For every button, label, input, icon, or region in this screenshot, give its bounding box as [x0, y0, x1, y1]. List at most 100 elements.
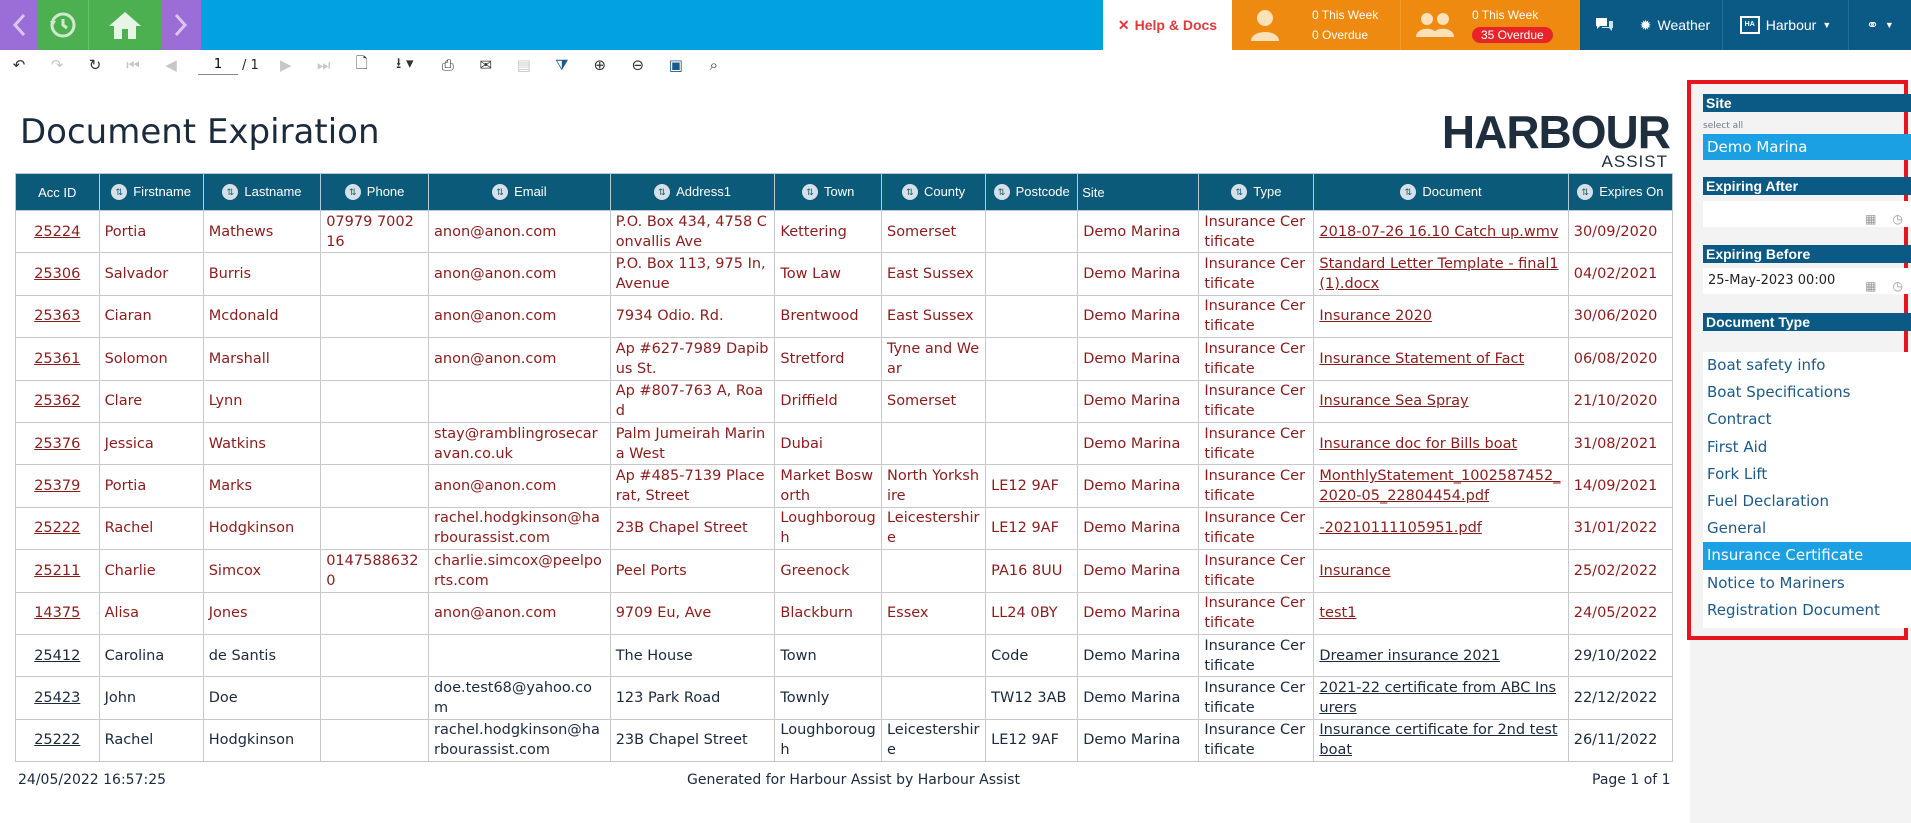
zoom-in-icon[interactable]: ⊕ [581, 50, 619, 80]
document-link[interactable]: Insurance certificate for 2nd test boat [1319, 722, 1557, 758]
account-link[interactable]: 25211 [34, 563, 80, 579]
table-cell[interactable]: Dreamer insurance 2021 [1313, 633, 1569, 678]
table-cell[interactable]: test1 [1313, 591, 1569, 635]
document-link[interactable]: Insurance Sea Spray [1319, 393, 1468, 409]
page-number-input[interactable] [198, 55, 238, 75]
print-icon[interactable]: ⎙ [429, 50, 467, 80]
group-tasks-widget[interactable]: 0 This Week 35 Overdue [1400, 0, 1580, 50]
document-link[interactable]: Insurance 2020 [1319, 308, 1432, 324]
column-header[interactable]: ⇅ Phone [320, 173, 429, 211]
document-link[interactable]: Dreamer insurance 2021 [1319, 648, 1500, 664]
weather-button[interactable]: ✹ Weather [1628, 0, 1722, 50]
last-page-icon[interactable]: ⏭ [305, 50, 343, 80]
account-link[interactable]: 25306 [34, 266, 80, 282]
first-page-icon[interactable]: ⏮ [114, 50, 152, 80]
account-link[interactable]: 25379 [34, 478, 80, 494]
document-link[interactable]: test1 [1319, 605, 1356, 621]
table-cell[interactable]: -20210111105951.pdf [1313, 506, 1569, 551]
column-header[interactable]: ⇅ Type [1198, 173, 1315, 211]
column-header[interactable]: ⇅ Postcode [985, 173, 1079, 211]
document-link[interactable]: Insurance [1319, 563, 1390, 579]
select-all-link[interactable]: select all [1703, 121, 1743, 131]
prev-page-icon[interactable]: ◀ [152, 50, 190, 80]
document-link[interactable]: -20210111105951.pdf [1319, 520, 1482, 536]
redo-icon[interactable]: ↷ [38, 50, 76, 80]
document-type-option[interactable]: Notice to Mariners [1703, 570, 1911, 597]
harbour-dropdown[interactable]: HA Harbour ▼ [1722, 0, 1849, 50]
table-cell[interactable]: Standard Letter Template - final1 (1).do… [1313, 252, 1569, 296]
account-link[interactable]: 25361 [34, 351, 80, 367]
table-cell[interactable]: 25412 [15, 633, 100, 678]
document-link[interactable]: 2021-22 certificate from ABC Insurers [1319, 680, 1556, 716]
document-type-option[interactable]: Boat Specifications [1703, 379, 1911, 406]
table-cell[interactable]: Insurance [1313, 549, 1569, 593]
home-button[interactable] [88, 0, 161, 50]
search-icon[interactable]: ⌕ [695, 50, 733, 80]
document-type-option[interactable]: Boat safety info [1703, 352, 1911, 379]
document-link[interactable]: Insurance Statement of Fact [1319, 351, 1524, 367]
zoom-out-icon[interactable]: ⊖ [619, 50, 657, 80]
account-link[interactable]: 25222 [34, 732, 80, 748]
table-cell[interactable]: 2021-22 certificate from ABC Insurers [1313, 676, 1569, 720]
table-cell[interactable]: 2018-07-26 16.10 Catch up.wmv [1313, 209, 1569, 254]
table-cell[interactable]: 25224 [15, 209, 100, 254]
column-header[interactable]: ⇅ County [880, 173, 987, 211]
clock-icon[interactable]: ◷ [1893, 273, 1903, 299]
account-link[interactable]: 25376 [34, 436, 80, 452]
table-cell[interactable]: Insurance Sea Spray [1313, 379, 1569, 423]
column-header[interactable]: ⇅ Town [774, 173, 882, 211]
table-cell[interactable]: 25211 [15, 549, 100, 593]
account-link[interactable]: 25222 [34, 520, 80, 536]
table-cell[interactable]: MonthlyStatement_1002587452_2020-05_2280… [1313, 464, 1569, 508]
email-icon[interactable]: ✉ [467, 50, 505, 80]
document-type-option[interactable]: First Aid [1703, 434, 1911, 461]
table-cell[interactable]: Insurance 2020 [1313, 294, 1569, 339]
account-link[interactable]: 25224 [34, 224, 80, 240]
screen-icon[interactable]: ▣ [657, 50, 695, 80]
column-header[interactable]: ⇅ Email [428, 173, 611, 211]
site-option-selected[interactable]: Demo Marina [1703, 134, 1911, 160]
filter-icon[interactable]: ⧩ [543, 50, 581, 80]
calendar-icon[interactable]: ▦ [1865, 273, 1876, 299]
table-cell[interactable]: 25379 [15, 464, 100, 508]
table-cell[interactable]: 25363 [15, 294, 100, 339]
calendar-icon[interactable]: ▦ [1865, 206, 1876, 232]
single-user-tasks-widget[interactable]: 0 This Week 0 Overdue [1232, 0, 1400, 50]
document-type-option[interactable]: Contract [1703, 406, 1911, 433]
table-cell[interactable]: Insurance certificate for 2nd test boat [1313, 718, 1569, 763]
nav-forward-button[interactable] [161, 0, 201, 50]
document-link[interactable]: Standard Letter Template - final1 (1).do… [1319, 256, 1558, 292]
undo-icon[interactable]: ↶ [0, 50, 38, 80]
column-header[interactable]: ⇅ Lastname [202, 173, 322, 211]
document-type-option[interactable]: Registration Document [1703, 597, 1911, 624]
export-icon[interactable]: ⭳ ▾ [381, 50, 429, 80]
save-icon[interactable]: ▤ [505, 50, 543, 80]
table-cell[interactable]: 25376 [15, 421, 100, 466]
table-cell[interactable]: Insurance Statement of Fact [1313, 337, 1569, 381]
nav-back-button[interactable] [0, 0, 38, 50]
table-cell[interactable]: 14375 [15, 591, 100, 635]
table-cell[interactable]: 25361 [15, 337, 100, 381]
document-icon[interactable]: 🗋 [343, 50, 381, 80]
document-link[interactable]: Insurance doc for Bills boat [1319, 436, 1517, 452]
column-header[interactable]: ⇅ Expires On [1567, 173, 1674, 211]
next-page-icon[interactable]: ▶ [267, 50, 305, 80]
document-type-option[interactable]: Fork Lift [1703, 461, 1911, 488]
table-cell[interactable]: 25362 [15, 379, 100, 423]
account-link[interactable]: 14375 [34, 605, 80, 621]
refresh-icon[interactable]: ↻ [76, 50, 114, 80]
table-cell[interactable]: 25222 [15, 718, 100, 763]
help-docs-button[interactable]: ✕ Help & Docs [1103, 0, 1232, 50]
table-cell[interactable]: 25423 [15, 676, 100, 720]
document-link[interactable]: 2018-07-26 16.10 Catch up.wmv [1319, 224, 1558, 240]
document-link[interactable]: MonthlyStatement_1002587452_2020-05_2280… [1319, 468, 1560, 504]
table-cell[interactable]: 25222 [15, 506, 100, 551]
document-type-option[interactable]: General [1703, 515, 1911, 542]
column-header[interactable]: ⇅ Firstname [98, 173, 204, 211]
account-link[interactable]: 25412 [34, 648, 80, 664]
history-button[interactable] [38, 0, 88, 50]
column-header[interactable]: ⇅ Document [1313, 173, 1569, 211]
account-link[interactable]: 25423 [34, 690, 80, 706]
chat-button[interactable] [1580, 0, 1628, 50]
account-link[interactable]: 25362 [34, 393, 80, 409]
